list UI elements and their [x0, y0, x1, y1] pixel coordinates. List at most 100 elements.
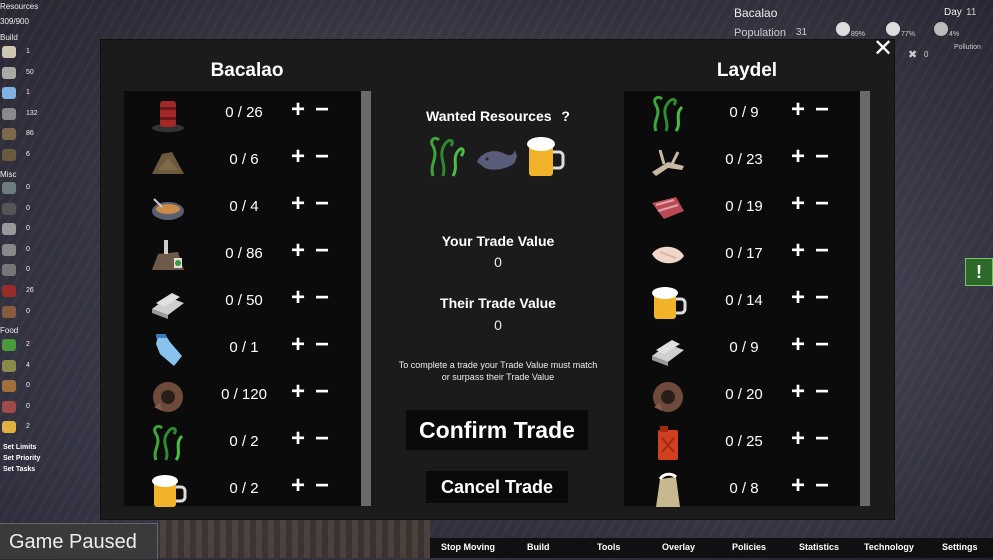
increase-button[interactable]: +: [288, 145, 308, 169]
trade-item-row: 0 / 14 + −: [624, 279, 861, 326]
left-scrollbar[interactable]: [361, 91, 371, 506]
resources-capacity: 309/900: [0, 17, 29, 26]
resource-count: 132: [26, 109, 38, 117]
resource-row[interactable]: 0: [0, 264, 44, 280]
resource-row[interactable]: 50: [0, 66, 44, 83]
set-priority-link[interactable]: Set Priority: [3, 455, 40, 462]
right-scrollbar[interactable]: [860, 91, 870, 506]
scrap-metal-icon: [648, 330, 688, 368]
resource-row[interactable]: 2: [0, 421, 44, 437]
resource-count: 0: [26, 204, 30, 212]
tab-build[interactable]: Build: [527, 542, 550, 552]
increase-button[interactable]: +: [788, 239, 808, 263]
resource-row[interactable]: 0: [0, 223, 44, 239]
decrease-button[interactable]: −: [812, 333, 832, 357]
increase-button[interactable]: +: [788, 145, 808, 169]
decrease-button[interactable]: −: [812, 145, 832, 169]
resource-row[interactable]: 2: [0, 339, 44, 355]
rope-icon: [2, 223, 16, 236]
resource-row[interactable]: 4: [0, 359, 44, 376]
increase-button[interactable]: +: [288, 474, 308, 498]
tab-tools[interactable]: Tools: [597, 542, 620, 552]
resource-row[interactable]: 1: [0, 46, 44, 62]
decrease-button[interactable]: −: [312, 192, 332, 216]
tab-overlay[interactable]: Overlay: [662, 542, 695, 552]
decrease-button[interactable]: −: [312, 286, 332, 310]
increase-button[interactable]: +: [288, 239, 308, 263]
barrel-icon: [148, 95, 188, 133]
increase-button[interactable]: +: [288, 192, 308, 216]
beer-icon: [148, 471, 188, 509]
tab-technology[interactable]: Technology: [864, 542, 914, 552]
decrease-button[interactable]: −: [812, 427, 832, 451]
right-resource-list[interactable]: 0 / 9 + −0 / 23 + −0 / 19 + −0 / 17 + −0 / 14 + −0…: [624, 91, 861, 507]
scrap-metal-icon: [2, 107, 16, 120]
decrease-button[interactable]: −: [312, 333, 332, 357]
decrease-button[interactable]: −: [812, 474, 832, 498]
decrease-button[interactable]: −: [312, 145, 332, 169]
cancel-trade-button[interactable]: Cancel Trade: [426, 471, 568, 503]
pollution-stat[interactable]: 4%: [934, 22, 964, 42]
decrease-button[interactable]: −: [312, 380, 332, 404]
resource-row[interactable]: 0: [0, 202, 44, 219]
decrease-button[interactable]: −: [312, 427, 332, 451]
increase-button[interactable]: +: [288, 286, 308, 310]
person-icon: [836, 22, 850, 36]
section-build: Build: [0, 33, 18, 42]
dirt-icon: [2, 149, 16, 161]
left-resource-list[interactable]: 0 / 26 + −0 / 6 + −0 / 4 + −0 / 86 + −0 / 50 + −0 …: [124, 91, 361, 509]
resource-count: 0: [26, 382, 30, 390]
resource-row[interactable]: 86: [0, 128, 44, 144]
increase-button[interactable]: +: [788, 98, 808, 122]
tab-settings[interactable]: Settings: [942, 542, 978, 552]
increase-button[interactable]: +: [788, 192, 808, 216]
tab-policies[interactable]: Policies: [732, 542, 766, 552]
happiness-stat[interactable]: 89%: [836, 22, 866, 42]
decrease-button[interactable]: −: [812, 286, 832, 310]
tab-statistics[interactable]: Statistics: [799, 542, 839, 552]
resource-row[interactable]: 0: [0, 243, 44, 260]
resource-row[interactable]: 1: [0, 87, 44, 103]
decrease-button[interactable]: −: [312, 98, 332, 122]
decrease-button[interactable]: −: [812, 239, 832, 263]
tab-stop-moving[interactable]: Stop Moving: [441, 542, 495, 552]
decrease-button[interactable]: −: [812, 380, 832, 404]
set-limits-link[interactable]: Set Limits: [3, 444, 36, 451]
confirm-trade-button[interactable]: Confirm Trade: [406, 410, 588, 450]
set-tasks-link[interactable]: Set Tasks: [3, 466, 35, 473]
tire-icon: [2, 202, 16, 215]
trade-item-row: 0 / 120 + −: [124, 373, 361, 420]
trade-item-row: 0 / 50 + −: [124, 279, 361, 326]
help-icon[interactable]: ?: [561, 108, 570, 124]
increase-button[interactable]: +: [788, 427, 808, 451]
resource-row[interactable]: 6: [0, 149, 44, 165]
fuel-can-icon: [648, 424, 688, 462]
alert-icon[interactable]: !: [965, 258, 993, 286]
close-icon[interactable]: ✕: [873, 37, 893, 61]
plastic-bottle-icon: [148, 330, 188, 368]
their-trade-value: 0: [494, 317, 502, 333]
resource-row[interactable]: 0: [0, 182, 44, 198]
trade-item-row: 0 / 8 + −: [624, 467, 861, 514]
decrease-button[interactable]: −: [812, 192, 832, 216]
increase-button[interactable]: +: [288, 98, 308, 122]
resource-row[interactable]: 26: [0, 285, 44, 301]
pollution-label: Pollution: [954, 44, 981, 51]
increase-button[interactable]: +: [288, 333, 308, 357]
plastic-bottle-icon: [2, 87, 16, 100]
decrease-button[interactable]: −: [312, 239, 332, 263]
increase-button[interactable]: +: [288, 380, 308, 404]
decrease-button[interactable]: −: [312, 474, 332, 498]
increase-button[interactable]: +: [788, 380, 808, 404]
resource-row[interactable]: 0: [0, 400, 44, 417]
increase-button[interactable]: +: [788, 286, 808, 310]
resource-row[interactable]: 132: [0, 107, 44, 124]
fish-icon: [2, 359, 16, 372]
resource-row[interactable]: 0: [0, 380, 44, 396]
increase-button[interactable]: +: [788, 333, 808, 357]
resource-row[interactable]: 0: [0, 305, 44, 322]
increase-button[interactable]: +: [788, 474, 808, 498]
wanted-resources-heading: Wanted Resources ?: [380, 108, 616, 124]
decrease-button[interactable]: −: [812, 98, 832, 122]
increase-button[interactable]: +: [288, 427, 308, 451]
